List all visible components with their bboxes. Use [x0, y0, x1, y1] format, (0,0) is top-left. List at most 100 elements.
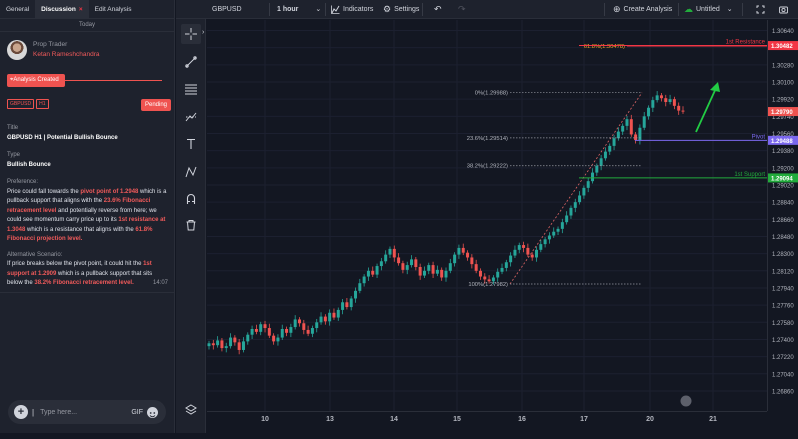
time-tick-label: 10 [261, 416, 269, 423]
chevron-right-icon[interactable]: › [202, 29, 204, 36]
candle-body [366, 270, 370, 277]
text-tool[interactable] [181, 134, 201, 154]
chart-canvas[interactable]: 0%(1.29988) 23.6%(1.29514) 38.2%(1.29222) 1… [207, 20, 767, 411]
pattern-icon [185, 112, 197, 122]
projection-label: 61.8%(1.30478) [584, 44, 625, 50]
title-label: Title [7, 125, 19, 131]
highlighted-text: pivot point of 1.2948 [80, 188, 139, 195]
pattern-tool[interactable] [181, 107, 201, 127]
symbol-search[interactable]: GBPUSD [212, 0, 242, 19]
price-tick-label: 1.30100 [772, 80, 794, 86]
candle-body [534, 249, 538, 258]
candle-body [647, 107, 651, 117]
fib-level-label: 100%(1.27982) [468, 282, 508, 288]
candle-body [302, 323, 306, 330]
projection-icon [185, 166, 197, 178]
candle-body [397, 257, 401, 264]
emoji-icon[interactable] [147, 406, 158, 418]
candle-body [668, 99, 672, 103]
redo-button[interactable]: ↷ [458, 0, 466, 19]
divider [604, 3, 605, 16]
create-analysis-button[interactable]: ⊕ Create Analysis [613, 0, 672, 19]
author-info: Prop Trader Ketan Rameshchandra [7, 40, 100, 60]
chat-composer: + | GIF [8, 400, 166, 424]
crosshair-tool[interactable] [181, 24, 201, 44]
close-icon[interactable]: × [79, 6, 83, 13]
status-badge: Pending [141, 99, 172, 111]
candle-body [418, 266, 422, 276]
type-label: Type [7, 152, 21, 158]
candle-body [509, 255, 513, 263]
candle-body [241, 341, 245, 350]
candle-body [224, 346, 228, 349]
fullscreen-button[interactable] [756, 0, 765, 19]
redo-icon: ↷ [458, 4, 466, 14]
candle-body [560, 222, 564, 229]
candle-body [435, 269, 439, 274]
snapshot-button[interactable] [779, 0, 788, 19]
text-segment: Price could fall towards the [7, 188, 81, 195]
candle-body [517, 245, 521, 250]
candle-body [211, 343, 215, 346]
price-tick-label: 1.29020 [772, 183, 794, 189]
candle-body [651, 100, 655, 108]
fib-icon [185, 84, 197, 95]
indicators-button[interactable]: Indicators [331, 0, 373, 19]
tab-discussion[interactable]: Discussion × [35, 0, 89, 19]
timeframe-badge: H1 [36, 99, 49, 109]
fib-level-label: 23.6%(1.29514) [467, 136, 508, 142]
candle-body [474, 264, 478, 271]
candle-body [293, 319, 297, 328]
badges: GBPUSD H1 [7, 99, 49, 109]
candle-body [379, 261, 383, 267]
chevron-down-icon: ⌄ [315, 6, 322, 13]
candle-body [543, 239, 547, 245]
settings-button[interactable]: ⚙ Settings [383, 0, 419, 19]
candle-body [285, 328, 289, 333]
candle-body [457, 247, 461, 255]
candle-body [672, 99, 676, 106]
analysis-title: GBPUSD H1 | Potential Bullish Bounce [7, 134, 118, 141]
indicators-label: Indicators [343, 6, 374, 13]
trash-icon [186, 220, 196, 231]
time-axis[interactable]: 10 13 14 15 16 17 20 21 [207, 411, 767, 433]
object-tree-tool[interactable] [181, 400, 201, 420]
price-axis[interactable]: 1.306401.304601.302801.301001.299201.297… [767, 20, 798, 411]
author-name[interactable]: Ketan Rameshchandra [33, 50, 100, 60]
candle-body [410, 259, 414, 266]
candle-body [539, 244, 543, 250]
candle-body [578, 195, 582, 203]
candle-body [310, 328, 314, 334]
candle-body [625, 119, 629, 126]
alternative-label: Alternative Scenario: [7, 251, 63, 258]
price-tick-label: 1.28480 [772, 235, 794, 241]
interval-select[interactable]: 1 hour ⌄ [277, 0, 321, 19]
candle-body [612, 138, 616, 146]
text-cursor-icon: | [32, 407, 35, 417]
tab-edit-analysis[interactable]: Edit Analysis [89, 0, 138, 19]
analysis-created-text: Analysis Created [13, 77, 59, 83]
delete-drawings-tool[interactable] [181, 215, 201, 235]
gif-button[interactable]: GIF [131, 409, 143, 416]
candle-body [427, 265, 431, 271]
price-chart[interactable]: 0%(1.29988) 23.6%(1.29514) 38.2%(1.29222) 1… [207, 20, 767, 411]
cloud-check-icon: ☁ [684, 4, 693, 14]
crosshair-icon [185, 28, 197, 40]
interval-label: 1 hour [277, 6, 299, 13]
fib-retracement-tool[interactable] [181, 79, 201, 99]
price-tick-label: 1.29920 [772, 98, 794, 104]
trend-line-tool[interactable] [181, 52, 201, 72]
time-tick-label: 13 [326, 416, 334, 423]
preference-text: Price could fall towards the pivot point… [7, 188, 167, 245]
avatar[interactable] [7, 40, 27, 60]
message-input[interactable] [40, 408, 132, 416]
projection-tool[interactable] [181, 162, 201, 182]
candle-body [491, 277, 495, 282]
undo-button[interactable]: ↶ [434, 0, 442, 19]
layout-select[interactable]: ☁ Untitled ⌄ [684, 0, 733, 19]
add-attachment-button[interactable]: + [14, 405, 28, 419]
tab-general[interactable]: General [0, 0, 35, 19]
candle-body [375, 266, 379, 275]
create-analysis-label: Create Analysis [623, 6, 673, 13]
magnet-tool[interactable] [181, 189, 201, 209]
